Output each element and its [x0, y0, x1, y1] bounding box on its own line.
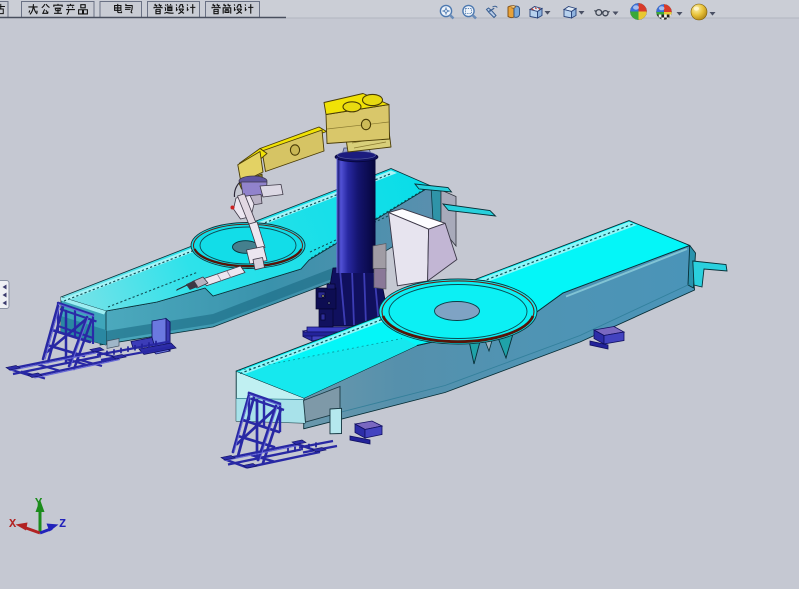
svg-text:Y: Y [35, 496, 43, 510]
svg-text:X: X [9, 517, 17, 531]
svg-text:Z: Z [59, 517, 66, 531]
